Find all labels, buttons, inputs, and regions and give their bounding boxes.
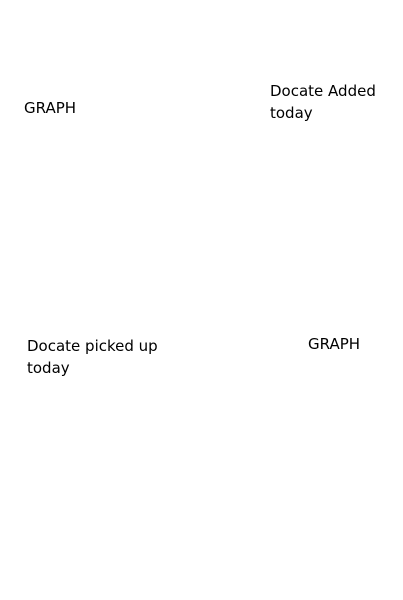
- graph-placeholder-label: GRAPH: [308, 335, 361, 353]
- docate-added-today-label: Docate Added today: [270, 82, 376, 122]
- graph-placeholder-label: GRAPH: [24, 99, 77, 117]
- docate-picked-up-today-label: Docate picked up today: [27, 337, 158, 377]
